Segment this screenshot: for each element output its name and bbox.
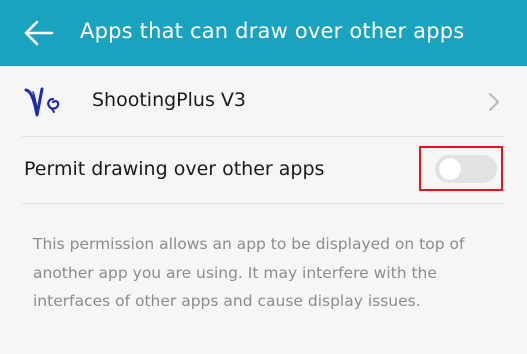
title-bar: Apps that can draw over other apps (0, 0, 527, 66)
toggle-knob (439, 158, 461, 180)
divider (22, 203, 504, 204)
permission-description: This permission allows an app to be disp… (33, 235, 465, 310)
back-button[interactable] (22, 17, 56, 49)
shootingplus-logo-icon (24, 87, 60, 117)
permit-drawing-label: Permit drawing over other apps (24, 158, 325, 180)
back-arrow-icon (24, 20, 54, 46)
app-name: ShootingPlus V3 (92, 89, 246, 111)
permit-drawing-toggle[interactable] (435, 155, 497, 183)
page-title: Apps that can draw over other apps (80, 19, 465, 43)
app-row-shootingplus[interactable]: ShootingPlus V3 (0, 66, 527, 136)
permit-drawing-row: Permit drawing over other apps (0, 137, 527, 203)
chevron-right-icon (489, 93, 499, 111)
